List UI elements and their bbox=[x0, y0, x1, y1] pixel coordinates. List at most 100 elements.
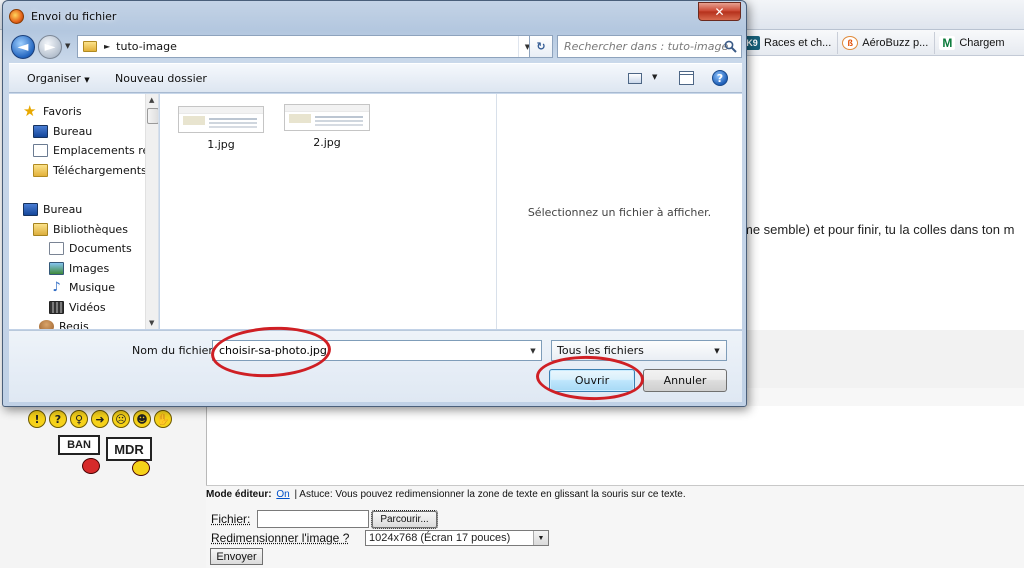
documents-icon bbox=[49, 241, 64, 255]
nav-item-desktop[interactable]: Bureau bbox=[33, 123, 92, 139]
filename-label: Nom du fichier : bbox=[132, 344, 221, 357]
smiley-sad-icon[interactable]: ☹ bbox=[112, 410, 130, 428]
preview-message: Sélectionnez un fichier à afficher. bbox=[527, 206, 712, 219]
smiley-exclaim-icon[interactable]: ! bbox=[28, 410, 46, 428]
filename-input[interactable]: choisir-sa-photo.jpg ▼ bbox=[212, 340, 542, 361]
scroll-down-icon[interactable]: ▼ bbox=[149, 319, 154, 327]
send-button[interactable]: Envoyer bbox=[210, 548, 263, 565]
nav-item-desktop-root[interactable]: Bureau bbox=[23, 201, 82, 217]
nav-item-label: Regis bbox=[59, 319, 89, 330]
file-label: Fichier: bbox=[211, 512, 251, 526]
organize-menu[interactable]: Organiser ▼ bbox=[27, 72, 90, 85]
folder-icon bbox=[83, 41, 97, 52]
smiley-row: ! ? ♀ ➜ ☹ ☻ ✋ bbox=[28, 410, 172, 428]
file-type-value: Tous les fichiers bbox=[557, 344, 644, 357]
editor-mode-line: Mode éditeur: On | Astuce: Vous pouvez r… bbox=[206, 489, 686, 500]
forward-button[interactable]: ► bbox=[38, 35, 62, 59]
mdr-smiley-icon[interactable] bbox=[132, 460, 150, 476]
chevron-down-icon[interactable]: ▼ bbox=[525, 341, 541, 360]
scroll-thumb[interactable] bbox=[147, 108, 158, 124]
nav-item-favorites[interactable]: ★ Favoris bbox=[23, 103, 82, 119]
nav-item-music[interactable]: ♪ Musique bbox=[49, 279, 115, 295]
nav-item-documents[interactable]: Documents bbox=[49, 240, 132, 256]
bookmark-aerobuzz[interactable]: ß AéroBuzz p... bbox=[838, 31, 936, 54]
nav-item-libraries[interactable]: Bibliothèques bbox=[33, 221, 128, 237]
file-item[interactable]: 2.jpg bbox=[282, 104, 372, 149]
search-input[interactable]: Rechercher dans : tuto-image bbox=[557, 35, 742, 58]
file-item[interactable]: 1.jpg bbox=[176, 106, 266, 151]
chevron-down-icon[interactable]: ▼ bbox=[710, 341, 724, 360]
organize-label: Organiser bbox=[27, 72, 81, 85]
dialog-titlebar[interactable]: Envoi du fichier ✕ bbox=[3, 1, 746, 31]
nav-item-label: Téléchargements bbox=[53, 163, 147, 177]
music-icon: ♪ bbox=[52, 279, 61, 295]
nav-item-images[interactable]: Images bbox=[49, 260, 109, 276]
nav-item-label: Images bbox=[69, 261, 110, 275]
desktop-icon bbox=[23, 202, 38, 216]
command-bar: Organiser ▼ Nouveau dossier ▼ ? bbox=[9, 63, 742, 93]
search-icon[interactable] bbox=[724, 40, 737, 53]
resize-select[interactable]: 1024x768 (Écran 17 pouces) ▼ bbox=[365, 530, 549, 546]
breadcrumb-folder[interactable]: tuto-image bbox=[116, 40, 177, 53]
libraries-icon bbox=[33, 222, 48, 236]
star-icon: ★ bbox=[23, 101, 37, 120]
recent-places-icon bbox=[33, 143, 48, 157]
smiley-thumb-icon[interactable]: ✋ bbox=[154, 410, 172, 428]
nav-item-downloads[interactable]: Téléchargements bbox=[33, 162, 147, 178]
file-name: 1.jpg bbox=[207, 138, 235, 151]
cancel-button[interactable]: Annuler bbox=[643, 369, 727, 392]
close-button[interactable]: ✕ bbox=[698, 2, 741, 21]
preview-pane: Sélectionnez un fichier à afficher. bbox=[496, 94, 742, 329]
image-thumbnail bbox=[284, 104, 370, 131]
dialog-navbar: ◄ ► ▼ ► tuto-image ▼ ↻ Rechercher dans :… bbox=[9, 34, 742, 60]
page-panel bbox=[740, 330, 1024, 388]
bookmarks-bar: K9 Races et ch... ß AéroBuzz p... M Char… bbox=[740, 30, 1024, 56]
smiley-question-icon[interactable]: ? bbox=[49, 410, 67, 428]
nav-scrollbar[interactable]: ▲ ▼ bbox=[145, 94, 158, 329]
editor-mode-label: Mode éditeur: bbox=[206, 489, 272, 500]
nav-item-videos[interactable]: Vidéos bbox=[49, 299, 106, 315]
bookmark-races[interactable]: K9 Races et ch... bbox=[740, 31, 839, 54]
open-button[interactable]: Ouvrir bbox=[549, 369, 635, 392]
refresh-button[interactable]: ↻ bbox=[529, 35, 553, 58]
address-bar[interactable]: ► tuto-image ▼ bbox=[77, 35, 537, 58]
breadcrumb-arrow-icon[interactable]: ► bbox=[104, 42, 110, 51]
back-button[interactable]: ◄ bbox=[11, 35, 35, 59]
file-input[interactable] bbox=[257, 510, 369, 528]
view-mode-icon[interactable] bbox=[628, 73, 642, 84]
resize-value: 1024x768 (Écran 17 pouces) bbox=[369, 532, 511, 544]
new-folder-button[interactable]: Nouveau dossier bbox=[115, 72, 207, 85]
message-textarea[interactable] bbox=[206, 406, 1024, 486]
file-list: 1.jpg 2.jpg bbox=[160, 94, 496, 329]
dialog-title: Envoi du fichier bbox=[31, 10, 117, 23]
nav-item-label: Musique bbox=[69, 280, 115, 294]
scroll-up-icon[interactable]: ▲ bbox=[149, 96, 154, 104]
aerobuzz-icon: ß bbox=[842, 35, 859, 50]
editor-mode-on-link[interactable]: On bbox=[276, 489, 289, 500]
ban-smiley-sign[interactable]: BAN bbox=[58, 435, 100, 455]
preview-pane-icon[interactable] bbox=[679, 71, 694, 85]
smiley-grin-icon[interactable]: ☻ bbox=[133, 410, 151, 428]
smiley-idea-icon[interactable]: ♀ bbox=[70, 410, 88, 428]
view-dropdown-icon[interactable]: ▼ bbox=[652, 73, 657, 81]
smiley-panel bbox=[0, 406, 206, 568]
nav-item-user[interactable]: Regis bbox=[39, 318, 89, 329]
smiley-arrow-icon[interactable]: ➜ bbox=[91, 410, 109, 428]
nav-item-label: Documents bbox=[69, 241, 132, 255]
file-name: 2.jpg bbox=[313, 136, 341, 149]
bookmark-label: Chargem bbox=[959, 36, 1005, 49]
file-upload-dialog: Envoi du fichier ✕ ◄ ► ▼ ► tuto-image ▼ … bbox=[2, 0, 747, 407]
browse-button[interactable]: Parcourir... bbox=[371, 510, 438, 529]
nav-item-label: Bureau bbox=[53, 124, 93, 138]
mdr-smiley-sign[interactable]: MDR bbox=[106, 437, 152, 461]
nav-item-recent-places[interactable]: Emplacements ré bbox=[33, 142, 149, 158]
ban-smiley-icon[interactable] bbox=[82, 458, 100, 474]
bookmark-chargem[interactable]: M Chargem bbox=[935, 32, 1010, 54]
chevron-down-icon[interactable]: ▼ bbox=[533, 531, 548, 545]
page-panel-strip bbox=[740, 388, 1024, 406]
image-thumbnail bbox=[178, 106, 264, 133]
help-icon[interactable]: ? bbox=[712, 70, 728, 86]
file-type-select[interactable]: Tous les fichiers ▼ bbox=[551, 340, 727, 361]
dialog-footer: Nom du fichier : choisir-sa-photo.jpg ▼ … bbox=[9, 330, 742, 402]
history-dropdown-icon[interactable]: ▼ bbox=[65, 42, 70, 50]
